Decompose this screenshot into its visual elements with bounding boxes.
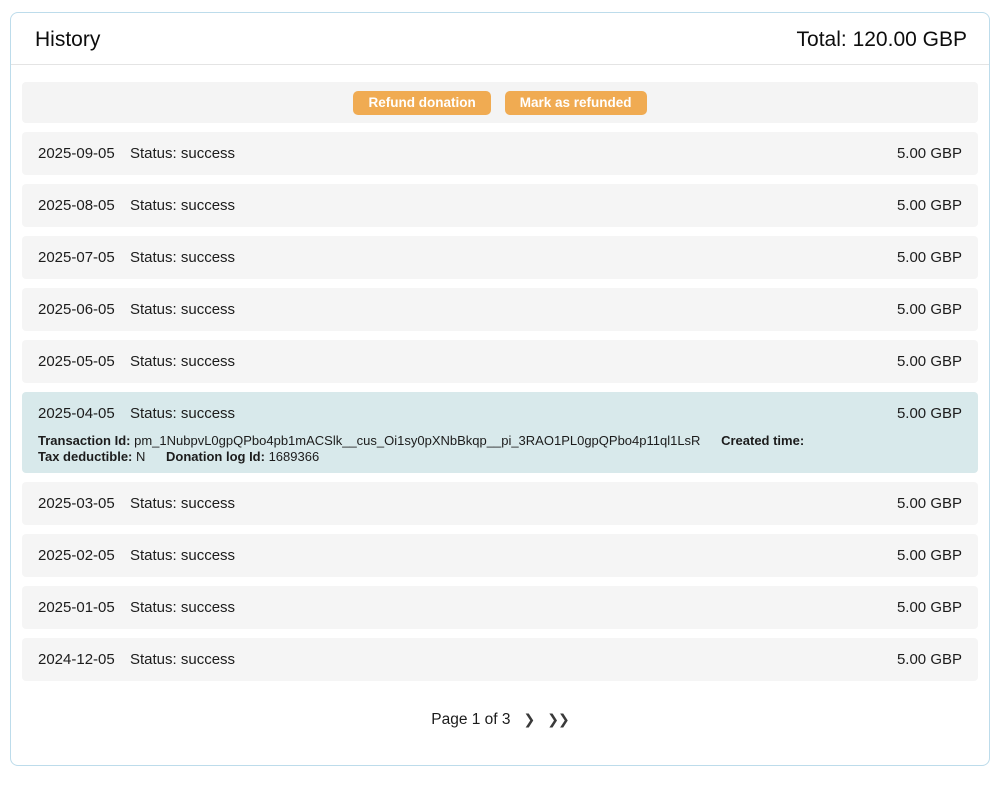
donation-amount: 5.00 GBP <box>897 301 962 318</box>
tax-deductible-field: Tax deductible: N <box>38 449 145 464</box>
donation-date: 2025-02-05 <box>38 547 130 564</box>
donation-row[interactable]: 2025-07-05 Status: success 5.00 GBP <box>22 236 978 279</box>
donation-date: 2025-05-05 <box>38 353 130 370</box>
donation-status: Status: success <box>130 547 897 564</box>
donation-row[interactable]: 2025-02-05 Status: success 5.00 GBP <box>22 534 978 577</box>
donation-date: 2025-03-05 <box>38 495 130 512</box>
donation-status: Status: success <box>130 145 897 162</box>
panel-header: History Total: 120.00 GBP <box>11 13 989 65</box>
panel-body: Refund donation Mark as refunded 2025-09… <box>11 65 989 755</box>
history-panel: History Total: 120.00 GBP Refund donatio… <box>10 12 990 766</box>
donation-status: Status: success <box>130 197 897 214</box>
donation-status: Status: success <box>130 599 897 616</box>
donation-date: 2025-01-05 <box>38 599 130 616</box>
donation-row[interactable]: 2024-12-05 Status: success 5.00 GBP <box>22 638 978 681</box>
tax-deductible-label: Tax deductible: <box>38 449 132 464</box>
donation-row[interactable]: 2025-09-05 Status: success 5.00 GBP <box>22 132 978 175</box>
donation-status: Status: success <box>130 405 897 422</box>
last-page-icon[interactable]: ❯❯ <box>547 712 568 728</box>
next-page-icon[interactable]: ❯ <box>524 712 535 728</box>
donation-date: 2025-07-05 <box>38 249 130 266</box>
donation-log-id-value: 1689366 <box>269 449 320 464</box>
donation-status: Status: success <box>130 249 897 266</box>
donation-details: Transaction Id: pm_1NubpvL0gpQPbo4pb1mAC… <box>38 433 962 464</box>
created-time-label: Created time: <box>721 433 804 448</box>
donation-status: Status: success <box>130 651 897 668</box>
donation-log-id-field: Donation log Id: 1689366 <box>166 449 319 464</box>
donation-amount: 5.00 GBP <box>897 249 962 266</box>
page-title: History <box>35 28 100 52</box>
donation-status: Status: success <box>130 495 897 512</box>
donation-amount: 5.00 GBP <box>897 353 962 370</box>
donation-row[interactable]: 2025-03-05 Status: success 5.00 GBP <box>22 482 978 525</box>
tax-deductible-value: N <box>136 449 145 464</box>
donation-amount: 5.00 GBP <box>897 405 962 422</box>
page-indicator: Page 1 of 3 <box>431 711 510 729</box>
pagination: Page 1 of 3 ❯ ❯❯ <box>22 681 978 755</box>
donation-date: 2024-12-05 <box>38 651 130 668</box>
donation-date: 2025-04-05 <box>38 405 130 422</box>
refund-donation-button[interactable]: Refund donation <box>353 91 490 115</box>
transaction-id-label: Transaction Id: <box>38 433 130 448</box>
donation-row[interactable]: 2025-05-05 Status: success 5.00 GBP <box>22 340 978 383</box>
action-bar: Refund donation Mark as refunded <box>22 82 978 123</box>
donation-amount: 5.00 GBP <box>897 547 962 564</box>
donation-date: 2025-08-05 <box>38 197 130 214</box>
donation-amount: 5.00 GBP <box>897 495 962 512</box>
donation-amount: 5.00 GBP <box>897 599 962 616</box>
total-amount: Total: 120.00 GBP <box>797 28 967 52</box>
donation-row[interactable]: 2025-08-05 Status: success 5.00 GBP <box>22 184 978 227</box>
mark-as-refunded-button[interactable]: Mark as refunded <box>505 91 647 115</box>
donation-row[interactable]: 2025-06-05 Status: success 5.00 GBP <box>22 288 978 331</box>
transaction-id-field: Transaction Id: pm_1NubpvL0gpQPbo4pb1mAC… <box>38 433 700 448</box>
donation-date: 2025-06-05 <box>38 301 130 318</box>
donation-status: Status: success <box>130 353 897 370</box>
donation-row-expanded[interactable]: 2025-04-05 Status: success 5.00 GBP Tran… <box>22 392 978 473</box>
donation-amount: 5.00 GBP <box>897 651 962 668</box>
transaction-id-value: pm_1NubpvL0gpQPbo4pb1mACSlk__cus_Oi1sy0p… <box>134 433 700 448</box>
donation-date: 2025-09-05 <box>38 145 130 162</box>
donation-log-id-label: Donation log Id: <box>166 449 265 464</box>
donation-amount: 5.00 GBP <box>897 145 962 162</box>
donation-row[interactable]: 2025-01-05 Status: success 5.00 GBP <box>22 586 978 629</box>
donation-status: Status: success <box>130 301 897 318</box>
donation-amount: 5.00 GBP <box>897 197 962 214</box>
created-time-field: Created time: <box>721 433 804 448</box>
